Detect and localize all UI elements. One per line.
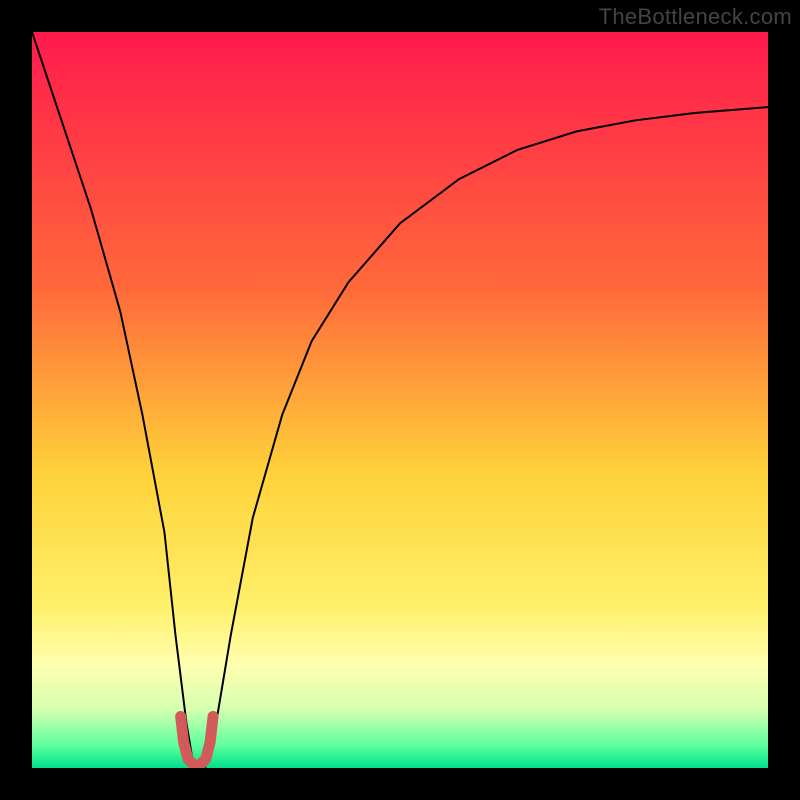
- plot-area: [32, 32, 768, 768]
- chart-svg: [32, 32, 768, 768]
- gradient-background: [32, 32, 768, 768]
- chart-root: TheBottleneck.com: [0, 0, 800, 800]
- watermark-text: TheBottleneck.com: [599, 4, 792, 30]
